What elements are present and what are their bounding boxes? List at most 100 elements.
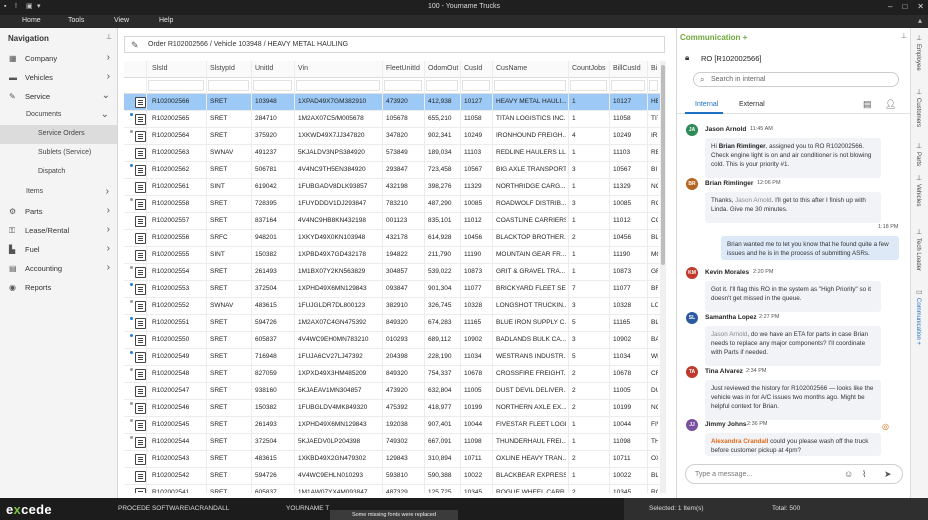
- table-row[interactable]: R102002548 SRET 827059 1XPXD49X3HM485209 849…: [124, 366, 660, 383]
- table-row[interactable]: R102002541 SRET 605837 1M1AW07YX4M093847 487…: [124, 485, 660, 493]
- pin-icon[interactable]: ⊥: [106, 33, 112, 41]
- filter-cell[interactable]: [384, 80, 422, 91]
- menu-view[interactable]: View: [114, 17, 129, 24]
- filter-cell[interactable]: [462, 80, 490, 91]
- document-icon[interactable]: [135, 182, 146, 193]
- side-tab-employee[interactable]: ⊥ Employee: [913, 34, 927, 86]
- nav-item-lease-rental[interactable]: ⚿ Lease/Rental ›: [0, 221, 118, 240]
- document-icon[interactable]: [135, 233, 146, 244]
- tab-external[interactable]: External: [739, 101, 765, 108]
- column-header[interactable]: OdomOut: [428, 65, 458, 72]
- column-header[interactable]: Bi: [651, 65, 657, 72]
- column-header[interactable]: SlstypId: [210, 65, 235, 72]
- document-icon[interactable]: [135, 301, 146, 312]
- document-icon[interactable]: [135, 352, 146, 363]
- table-row[interactable]: R102002545 SRET 261493 1XPHD49X6MN129843 192…: [124, 417, 660, 434]
- table-row[interactable]: R102002563 SWNAV 491237 5KJALDV3NPS384920 57…: [124, 145, 660, 162]
- filter-cell[interactable]: [253, 80, 292, 91]
- notes-icon[interactable]: ▤: [863, 99, 872, 110]
- table-row[interactable]: R102002561 SINT 619042 1FUBGADV8DLK93857 432…: [124, 179, 660, 196]
- nav-item-documents[interactable]: Documents ⌄: [0, 106, 117, 125]
- filter-cell[interactable]: [570, 80, 607, 91]
- filter-cell[interactable]: [611, 80, 645, 91]
- table-row[interactable]: R102002549 SRET 716948 1FUJA6CV27LJ47392 204…: [124, 349, 660, 366]
- table-row[interactable]: R102002544 SRET 372504 5KJAEDV0LP204398 7493…: [124, 434, 660, 451]
- nav-item-service[interactable]: ✎ Service ⌄: [0, 87, 118, 106]
- table-row[interactable]: R102002556 SRFC 948201 1XKYD49X0KN103948 432…: [124, 230, 660, 247]
- nav-item-company[interactable]: ▦ Company ›: [0, 49, 118, 68]
- document-icon[interactable]: [135, 114, 146, 125]
- document-icon[interactable]: [135, 403, 146, 414]
- document-icon[interactable]: [135, 318, 146, 329]
- document-icon[interactable]: [135, 437, 146, 448]
- nav-item-accounting[interactable]: ▤ Accounting ›: [0, 259, 118, 278]
- document-icon[interactable]: [135, 267, 146, 278]
- document-icon[interactable]: [135, 250, 146, 261]
- document-icon[interactable]: [135, 335, 146, 346]
- menu-help[interactable]: Help: [159, 17, 173, 24]
- filter-cell[interactable]: [148, 80, 204, 91]
- document-icon[interactable]: [135, 148, 146, 159]
- document-icon[interactable]: [135, 199, 146, 210]
- column-header[interactable]: BillCusId: [613, 65, 641, 72]
- table-row[interactable]: R102002553 SRET 372504 1XPHD49X6MN129843 093…: [124, 281, 660, 298]
- filter-cell[interactable]: [296, 80, 380, 91]
- nav-item-service-orders[interactable]: Service Orders: [0, 125, 117, 144]
- nav-item-items[interactable]: Items ›: [0, 183, 117, 202]
- table-row[interactable]: R102002543 SRET 483615 1XKBD49X2GN479302 129…: [124, 451, 660, 468]
- side-tab-parts[interactable]: ⊥ Parts: [913, 142, 927, 172]
- reaction-icon[interactable]: ◎: [882, 422, 889, 431]
- table-row[interactable]: R102002564 SRET 375920 1XKWD49X7JJ347820 347…: [124, 128, 660, 145]
- document-icon[interactable]: [135, 386, 146, 397]
- minimize-icon[interactable]: –: [888, 2, 892, 11]
- mention[interactable]: Brian Rimlinger: [719, 143, 766, 150]
- nav-item-parts[interactable]: ⚙ Parts ›: [0, 202, 118, 221]
- document-icon[interactable]: [135, 284, 146, 295]
- table-row[interactable]: R102002542 SRET 594726 4V4WC9EHLN010293 5938…: [124, 468, 660, 485]
- column-header[interactable]: CusName: [496, 65, 527, 72]
- emoji-icon[interactable]: ☺: [844, 469, 853, 479]
- message-input[interactable]: Type a message... ☺ ⌇ ➤: [685, 464, 903, 484]
- mention[interactable]: Jason Arnold: [711, 331, 747, 338]
- close-icon[interactable]: ✕: [917, 2, 924, 11]
- document-icon[interactable]: [135, 131, 146, 142]
- send-icon[interactable]: ➤: [884, 469, 892, 480]
- column-header[interactable]: UnitId: [255, 65, 273, 72]
- side-tab-tech-loader[interactable]: ⊥ Tech Loader: [913, 228, 927, 284]
- column-header[interactable]: CountJobs: [572, 65, 605, 72]
- nav-item-fuel[interactable]: ▙ Fuel ›: [0, 240, 118, 259]
- table-row[interactable]: R102002566 SRET 103948 1XPAD49X7GM382910 473…: [124, 94, 660, 111]
- mention[interactable]: Alexandra Crandall: [711, 438, 768, 445]
- table-row[interactable]: R102002554 SRET 261493 1M1BX07Y2KN563829 304…: [124, 264, 660, 281]
- table-row[interactable]: R102002555 SINT 150382 1XPBD49X7GD432178 194…: [124, 247, 660, 264]
- filter-cell[interactable]: [426, 80, 458, 91]
- maximize-icon[interactable]: □: [902, 2, 907, 11]
- nav-item-vehicles[interactable]: ▬ Vehicles ›: [0, 68, 118, 87]
- filter-cell[interactable]: [208, 80, 249, 91]
- document-icon[interactable]: [135, 471, 146, 482]
- table-row[interactable]: R102002552 SWNAV 483615 1FUJGLDR7DL800123 38…: [124, 298, 660, 315]
- column-header[interactable]: CusId: [464, 65, 482, 72]
- table-row[interactable]: R102002546 SRET 150382 1FUBGLDV4MK849320 475…: [124, 400, 660, 417]
- document-icon[interactable]: [135, 420, 146, 431]
- filter-cell[interactable]: [494, 80, 566, 91]
- menu-home[interactable]: Home: [22, 17, 41, 24]
- document-icon[interactable]: [135, 369, 146, 380]
- nav-item-dispatch[interactable]: Dispatch: [0, 163, 117, 182]
- table-row[interactable]: R102002558 SRET 728395 1FUYDDDV1DJ293847 783…: [124, 196, 660, 213]
- pin-icon[interactable]: ⊥: [901, 32, 907, 40]
- column-header[interactable]: Vin: [298, 65, 308, 72]
- document-icon[interactable]: [135, 165, 146, 176]
- nav-item-reports[interactable]: ◉ Reports: [0, 278, 118, 297]
- document-icon[interactable]: [135, 488, 146, 493]
- document-icon[interactable]: [135, 216, 146, 227]
- nav-item-sublets[interactable]: Sublets (Service): [0, 144, 117, 163]
- document-icon[interactable]: [135, 454, 146, 465]
- table-row[interactable]: R102002547 SRET 938160 5KJAEAV1MN304857 4739…: [124, 383, 660, 400]
- grid-scrollbar[interactable]: [660, 61, 666, 493]
- table-row[interactable]: R102002557 SRET 837164 4V4NC9HB8KN432198 001…: [124, 213, 660, 230]
- table-row[interactable]: R102002562 SRET 506781 4V4NC9TH5EN384920 293…: [124, 162, 660, 179]
- ribbon-collapse-icon[interactable]: ▴: [918, 16, 922, 25]
- document-icon[interactable]: [135, 97, 146, 108]
- side-tab-communication[interactable]: ▭ Communication +: [913, 288, 927, 358]
